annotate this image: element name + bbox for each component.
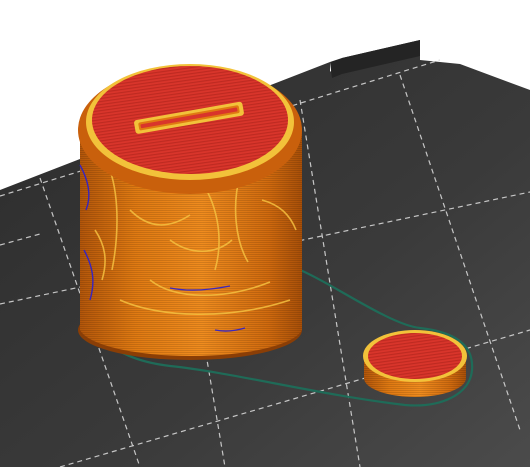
gcode-preview-viewport[interactable]	[0, 0, 530, 467]
coin-bank-lid[interactable]	[363, 330, 467, 397]
print-bed-scene[interactable]	[0, 0, 530, 467]
coin-bank-body[interactable]	[78, 64, 302, 360]
